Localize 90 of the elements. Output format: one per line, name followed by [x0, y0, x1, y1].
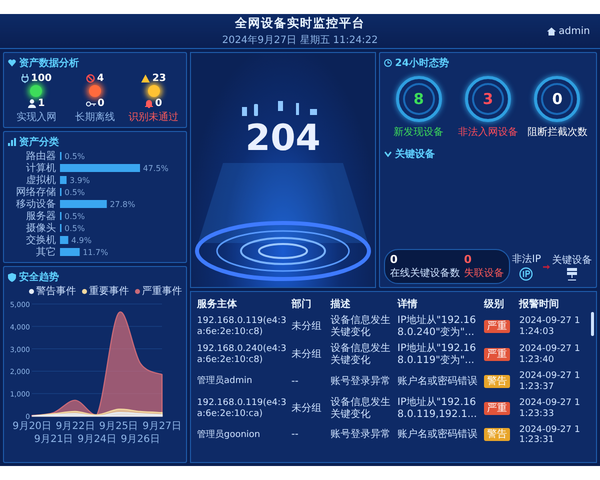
gauge-label: 非法入网设备: [458, 126, 518, 139]
table-cell-text: 2024-09-27 11:23:33: [518, 396, 582, 421]
column-header: 级别: [482, 298, 505, 312]
gauge-value: 3: [482, 90, 494, 108]
x-tick-label: 9月21日: [34, 434, 74, 445]
lost-count: 0: [464, 253, 473, 266]
device-count: 204: [245, 121, 321, 157]
section-title: 资产数据分析: [19, 56, 79, 70]
percent-label: 0.5%: [64, 224, 85, 233]
category-label: 服务器: [26, 211, 56, 222]
table-cell-text: 192.168.0.119(e4:3a:6e:2e:10:c8): [196, 315, 288, 339]
x-tick-label: 9月24日: [77, 434, 117, 445]
section-title: 安全趋势: [19, 270, 59, 284]
column-header: 服务主体: [196, 297, 238, 312]
x-tick-label: 9月20日: [12, 421, 52, 432]
datetime-text: 2024年9月27日 星期五 11:24:22: [222, 34, 378, 47]
table-cell-text: 设备信息发生关键变化: [330, 314, 392, 340]
x-tick-label: 9月27日: [142, 421, 182, 432]
x-tick-label: 9月22日: [56, 421, 95, 432]
count-value: 1: [38, 98, 45, 109]
table-cell-text: 账户名或密码错误: [396, 374, 478, 389]
page-title: 全网设备实时监控平台: [235, 15, 365, 32]
online-count: 0: [390, 253, 399, 266]
x-tick-label: 9月25日: [99, 421, 138, 432]
column-header: 描述: [329, 298, 352, 312]
level-badge: 警告: [484, 374, 510, 388]
table-cell-text: IP地址从"192.168.0.119"变为"...: [396, 342, 477, 368]
table-cell-text: IP地址从"192.168.0.119,192.1...: [396, 396, 478, 422]
status-label: 长期离线: [74, 110, 115, 124]
section-title: 24小时态势: [395, 56, 449, 70]
percent-label: 11.7%: [82, 248, 108, 257]
count-value: 100: [30, 73, 52, 84]
percent-label: 3.9%: [70, 176, 90, 185]
level-badge: 严重: [484, 348, 510, 361]
table-cell-text: --: [290, 374, 300, 389]
table-cell-text: 管理员admin: [196, 374, 254, 388]
x-tick-label: 9月26日: [120, 434, 160, 445]
gauge-label: 新发现设备: [394, 126, 444, 139]
table-cell-text: 2024-09-27 11:23:31: [518, 424, 582, 448]
section-title: 资产分类: [19, 136, 59, 149]
gauge-value: 8: [413, 90, 424, 108]
table-cell-text: 192.168.0.240(e4:3a:6e:2e:10:c8): [196, 343, 288, 367]
category-label: 移动设备: [16, 199, 56, 210]
category-label: 计算机: [26, 163, 56, 174]
percent-label: 0.5%: [64, 152, 85, 161]
category-label: 交换机: [26, 235, 56, 246]
category-label: 网络存储: [16, 187, 56, 198]
target-label: 关键设备: [552, 254, 592, 266]
gauge-value: 0: [552, 90, 563, 108]
column-header: 部门: [290, 297, 312, 312]
level-badge: 严重: [484, 402, 510, 415]
percent-label: 0.5%: [64, 188, 85, 197]
table-cell-text: 2024-09-27 11:23:40: [518, 343, 582, 367]
table-cell-text: 2024-09-27 11:23:37: [518, 370, 582, 394]
table-cell-text: IP地址从"192.168.0.240"变为"...: [396, 314, 477, 340]
category-label: 其它: [36, 247, 56, 258]
table-cell-text: 2024-09-27 11:24:03: [518, 315, 582, 339]
level-badge: 严重: [484, 320, 510, 333]
category-label: 摄像头: [26, 223, 56, 234]
section-title: 关键设备: [395, 148, 435, 161]
percent-label: 0.5%: [64, 212, 85, 221]
table-cell-text: --: [290, 428, 300, 442]
table-cell-text: 未分组: [290, 320, 322, 334]
category-label: 虚拟机: [26, 175, 56, 186]
percent-label: 27.8%: [110, 200, 136, 209]
count-value: 4: [97, 73, 104, 84]
percent-label: 4.9%: [71, 236, 92, 245]
status-label: 识别未通过: [128, 110, 179, 124]
status-label: 实现入网: [16, 110, 56, 124]
table-cell-text: 账号登录异常: [330, 428, 392, 442]
table-cell-text: 设备信息发生关键变化: [330, 396, 392, 422]
table-cell-text: 未分组: [290, 348, 322, 362]
illegal-ip-label: 非法IP: [512, 252, 541, 266]
lost-label: 失联设备: [464, 266, 504, 280]
category-label: 路由器: [26, 151, 56, 162]
gauge-label: 阻断拦截次数: [527, 126, 588, 139]
table-cell-text: 192.168.0.119(e4:3a:6e:2e:10:ca): [196, 396, 288, 421]
count-value: 23: [152, 73, 166, 84]
online-label: 在线关键设备数: [390, 266, 460, 280]
level-badge: 警告: [484, 428, 510, 442]
table-cell-text: 未分组: [290, 402, 322, 416]
count-value: 0: [98, 98, 104, 109]
table-cell-text: 账号登录异常: [330, 374, 392, 389]
percent-label: 47.5%: [143, 164, 168, 173]
column-header: 报警时间: [518, 298, 560, 312]
table-cell-text: 账户名或密码错误: [396, 428, 478, 442]
table-cell-text: 设备信息发生关键变化: [330, 342, 392, 368]
count-value: 0: [155, 98, 162, 109]
column-header: 详情: [396, 297, 418, 312]
table-cell-text: 管理员goonion: [196, 428, 262, 442]
